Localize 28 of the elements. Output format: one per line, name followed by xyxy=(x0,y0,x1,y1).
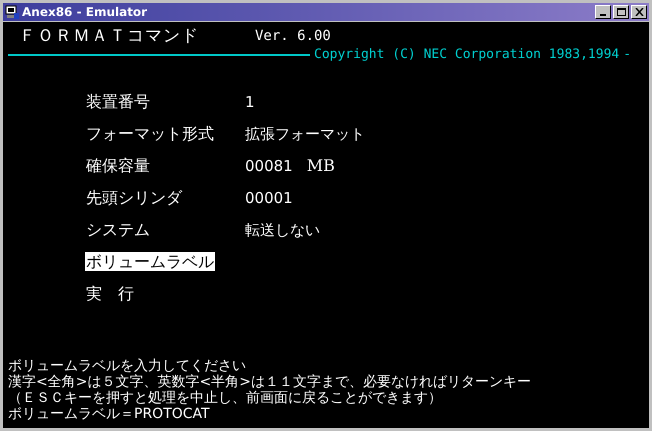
maximize-button[interactable] xyxy=(613,5,629,19)
message-line: 漢字<全角>は５文字、英数字<半角>は１１文字まで、必要なければリターンキー xyxy=(8,374,532,390)
menu-item[interactable]: フォーマット形式 xyxy=(85,124,215,143)
computer-icon xyxy=(5,5,19,19)
message-line: ボリュームラベルを入力してください xyxy=(8,358,247,374)
menu-item[interactable]: 先頭シリンダ xyxy=(85,188,183,207)
window-title: Anex86 - Emulator xyxy=(22,4,148,21)
message-line: （ＥＳＣキーを押すと処理を中止し、前画面に戻ることができます） xyxy=(8,390,443,406)
rule-end: - xyxy=(623,46,632,64)
item-value: 拡張フォーマット xyxy=(245,125,365,143)
minimize-button[interactable] xyxy=(595,5,611,19)
menu-item[interactable]: 実 行 xyxy=(85,284,135,303)
unit-text: MB xyxy=(306,155,335,177)
item-value: 転送しない xyxy=(245,221,320,239)
close-icon xyxy=(634,8,644,16)
item-value: 00081 xyxy=(245,157,293,175)
menu-item[interactable]: 装置番号 xyxy=(85,92,151,111)
menu-item[interactable]: ボリュームラベル xyxy=(85,252,215,271)
menu-item[interactable]: システム xyxy=(85,220,151,239)
maximize-icon xyxy=(616,8,626,16)
copyright-text: Copyright (C) NEC Corporation 1983,1994 xyxy=(313,46,620,64)
menu-item[interactable]: 確保容量 xyxy=(85,156,151,175)
message-line: ボリュームラベル＝PROTOCAT xyxy=(8,406,211,422)
item-value: 1 xyxy=(245,93,255,111)
item-value: 00001 xyxy=(245,189,293,207)
command-title: ＦＯＲＭＡＴコマンド xyxy=(19,26,200,46)
close-button[interactable] xyxy=(631,5,647,19)
version-text: Ver. 6.00 xyxy=(255,27,331,46)
